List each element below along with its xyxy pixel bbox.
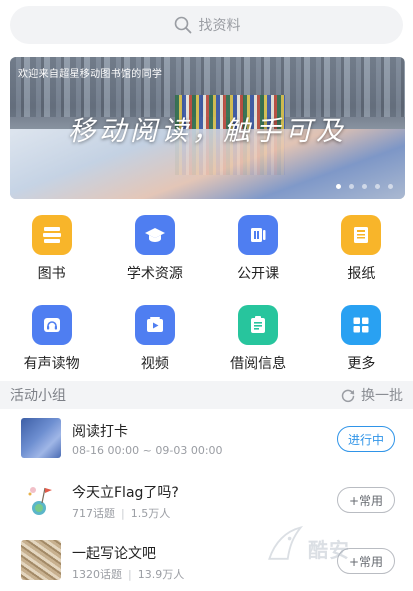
section-title: 活动小组: [10, 388, 66, 404]
menu-label: 更多: [347, 356, 376, 372]
carousel-dot[interactable]: [349, 184, 354, 189]
group-name: 阅读打卡: [72, 424, 128, 440]
search-input[interactable]: 找资料: [10, 6, 403, 44]
menu-label: 有声读物: [23, 356, 80, 372]
group-date-range: 08-16 00:00 ~ 09-03 00:00: [72, 444, 223, 457]
menu-label: 借阅信息: [230, 356, 287, 372]
grid-more-icon: [341, 305, 382, 345]
menu-item-books[interactable]: 图书: [0, 215, 103, 287]
newspaper-icon: [341, 215, 382, 255]
search-icon: [174, 16, 191, 34]
menu-item-academic[interactable]: 学术资源: [103, 215, 206, 287]
member-count: 13.9万人: [137, 568, 185, 581]
group-name: 一起写论文吧: [72, 546, 156, 562]
banner-carousel[interactable]: 欢迎来自超星移动图书馆的同学 移动阅读，触手可及: [10, 57, 405, 199]
status-button[interactable]: 进行中: [337, 426, 395, 452]
menu-label: 图书: [37, 266, 66, 282]
banner-welcome-text: 欢迎来自超星移动图书馆的同学: [18, 69, 163, 80]
menu-item-newspaper[interactable]: 报纸: [310, 215, 413, 287]
member-count: 1.5万人: [130, 507, 171, 520]
carousel-dot[interactable]: [388, 184, 393, 189]
menu-item-borrow-info[interactable]: 借阅信息: [207, 305, 310, 377]
group-thumbnail: [21, 418, 61, 458]
menu-label: 视频: [140, 356, 169, 372]
carousel-indicator: [336, 184, 393, 189]
topic-count: 717话题: [72, 507, 115, 520]
watermark: 酷安: [262, 520, 382, 570]
video-play-icon: [134, 305, 175, 345]
topic-count: 1320话题: [72, 568, 122, 581]
group-thumbnail: [21, 479, 61, 519]
refresh-icon: [341, 389, 355, 403]
clipboard-icon: [238, 305, 279, 345]
group-thumbnail: [21, 540, 61, 580]
watermark-logo-icon: [268, 525, 304, 560]
banner-slogan: 移动阅读，触手可及: [68, 116, 347, 147]
meta-separator: |: [121, 507, 125, 520]
headphones-icon: [31, 305, 72, 345]
menu-label: 学术资源: [126, 266, 183, 282]
menu-item-open-course[interactable]: 公开课: [207, 215, 310, 287]
refresh-label: 换一批: [361, 388, 403, 404]
search-placeholder: 找资料: [198, 18, 241, 34]
list-item[interactable]: 阅读打卡 08-16 00:00 ~ 09-03 00:00 进行中: [0, 409, 413, 470]
group-name: 今天立Flag了吗?: [72, 485, 179, 501]
meta-separator: |: [128, 568, 132, 581]
refresh-button[interactable]: 换一批: [340, 385, 403, 405]
search-area: 找资料: [10, 6, 403, 44]
menu-item-video[interactable]: 视频: [103, 305, 206, 377]
watermark-text: 酷安: [308, 538, 350, 562]
graduation-cap-icon: [134, 215, 175, 255]
activity-section-header: 活动小组 换一批: [0, 381, 413, 409]
menu-label: 报纸: [347, 266, 376, 282]
books-icon: [31, 215, 72, 255]
menu-label: 公开课: [237, 266, 280, 282]
group-meta: 08-16 00:00 ~ 09-03 00:00: [72, 444, 223, 457]
add-favorite-button[interactable]: +常用: [337, 487, 395, 513]
menu-item-more[interactable]: 更多: [310, 305, 413, 377]
feature-grid: 图书 学术资源 公开课 报纸 有声读物 视频 借阅信息 更多: [0, 215, 413, 377]
open-course-icon: [238, 215, 279, 255]
carousel-dot[interactable]: [375, 184, 380, 189]
carousel-dot[interactable]: [336, 184, 341, 189]
menu-item-audiobook[interactable]: 有声读物: [0, 305, 103, 377]
group-meta: 1320话题 | 13.9万人: [72, 566, 184, 582]
group-meta: 717话题 | 1.5万人: [72, 505, 170, 521]
carousel-dot[interactable]: [362, 184, 367, 189]
